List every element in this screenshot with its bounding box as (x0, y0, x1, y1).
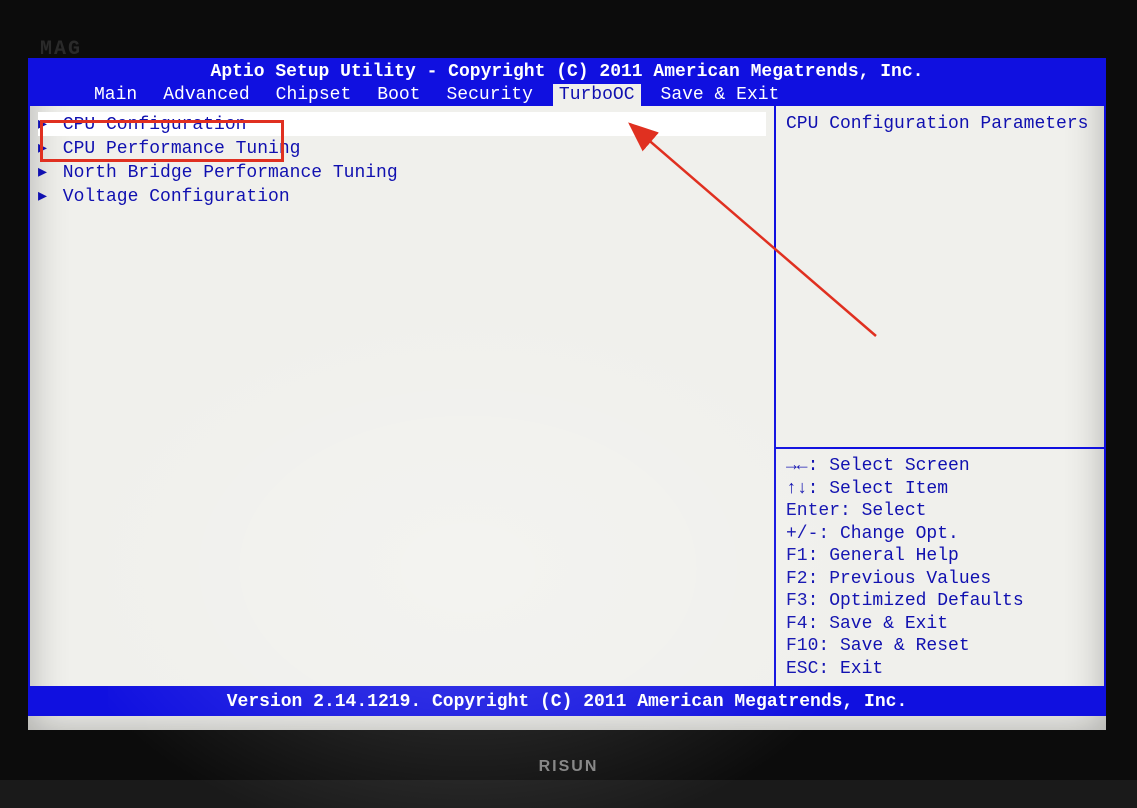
bios-footer: Version 2.14.1219. Copyright (C) 2011 Am… (28, 688, 1106, 716)
help-key-line: F1: General Help (786, 545, 1094, 568)
bios-header: Aptio Setup Utility - Copyright (C) 2011… (28, 58, 1106, 106)
submenu-arrow-icon: ▸ (38, 185, 52, 207)
help-key-line: →←: Select Screen (786, 455, 1094, 478)
help-key-line: ↑↓: Select Item (786, 478, 1094, 501)
monitor-bezel: MAG Aptio Setup Utility - Copyright (C) … (0, 0, 1137, 780)
menu-item-cpu-performance-tuning[interactable]: ▸ CPU Performance Tuning (38, 136, 766, 160)
menu-item-label: Voltage Configuration (52, 187, 290, 207)
help-key-line: Enter: Select (786, 500, 1094, 523)
menu-item-label: CPU Performance Tuning (52, 139, 300, 159)
submenu-arrow-icon: ▸ (38, 161, 52, 183)
menu-pane: ▸ CPU Configuration▸ CPU Performance Tun… (28, 106, 776, 688)
tab-boot[interactable]: Boot (371, 84, 426, 106)
bios-screen: Aptio Setup Utility - Copyright (C) 2011… (28, 58, 1106, 730)
tab-chipset[interactable]: Chipset (270, 84, 358, 106)
submenu-arrow-icon: ▸ (38, 137, 52, 159)
menu-item-cpu-configuration[interactable]: ▸ CPU Configuration (38, 112, 766, 136)
menu-item-label: North Bridge Performance Tuning (52, 163, 398, 183)
help-pane: CPU Configuration Parameters →←: Select … (776, 106, 1106, 688)
help-key-line: F3: Optimized Defaults (786, 590, 1094, 613)
tab-security[interactable]: Security (440, 84, 538, 106)
submenu-arrow-icon: ▸ (38, 113, 52, 135)
tab-advanced[interactable]: Advanced (157, 84, 255, 106)
bios-tabs: Main Advanced Chipset Boot Security TurboOC Sa… (28, 82, 1106, 106)
menu-item-voltage-configuration[interactable]: ▸ Voltage Configuration (38, 184, 766, 208)
menu-item-north-bridge-performance-tuning[interactable]: ▸ North Bridge Performance Tuning (38, 160, 766, 184)
bios-body: ▸ CPU Configuration▸ CPU Performance Tun… (28, 106, 1106, 688)
help-key-line: +/-: Change Opt. (786, 523, 1094, 546)
tab-save-exit[interactable]: Save & Exit (655, 84, 786, 106)
bezel-brand-bottom: RISUN (539, 758, 599, 776)
help-key-line: F4: Save & Exit (786, 613, 1094, 636)
tab-main[interactable]: Main (88, 84, 143, 106)
menu-item-label: CPU Configuration (52, 115, 246, 135)
help-key-line: F2: Previous Values (786, 568, 1094, 591)
help-keys: →←: Select Screen↑↓: Select ItemEnter: S… (776, 449, 1104, 686)
tab-turbooc[interactable]: TurboOC (553, 84, 641, 106)
help-description: CPU Configuration Parameters (776, 106, 1104, 447)
bios-title: Aptio Setup Utility - Copyright (C) 2011… (28, 62, 1106, 82)
help-key-line: F10: Save & Reset (786, 635, 1094, 658)
help-key-line: ESC: Exit (786, 658, 1094, 681)
